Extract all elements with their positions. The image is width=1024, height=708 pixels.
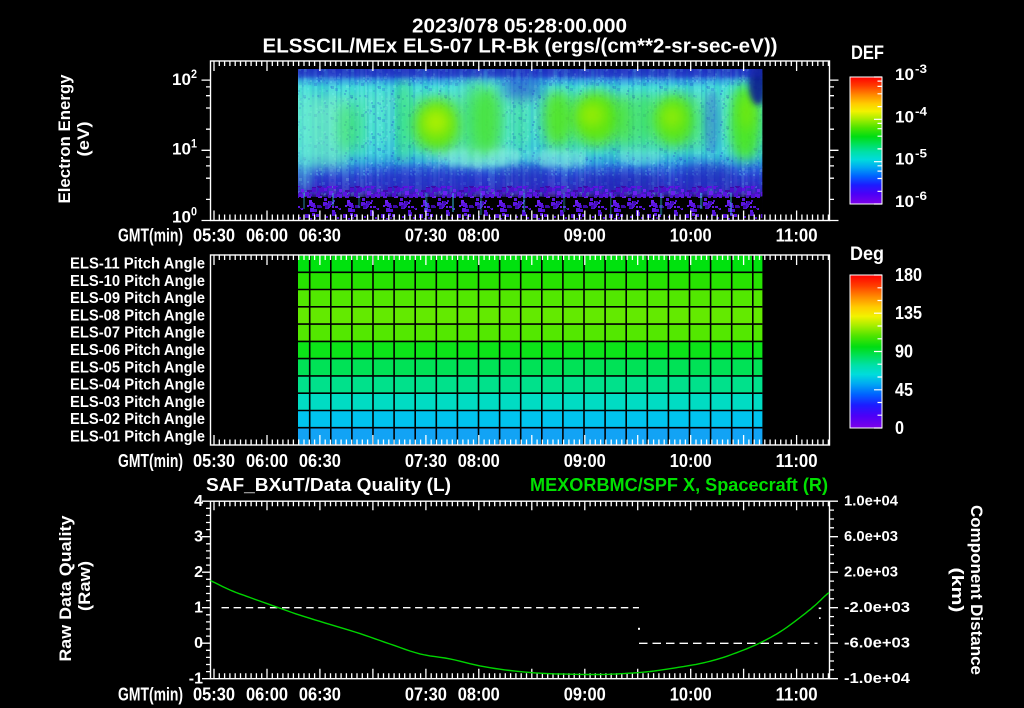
svg-text:08:00: 08:00	[458, 225, 500, 245]
svg-text:-2.0e+03: -2.0e+03	[844, 600, 910, 616]
svg-text:05:30: 05:30	[193, 225, 235, 245]
svg-text:ELS-07 Pitch Angle: ELS-07 Pitch Angle	[70, 325, 205, 342]
svg-text:07:30: 07:30	[405, 684, 447, 704]
svg-text:ELS-01 Pitch Angle: ELS-01 Pitch Angle	[70, 428, 205, 445]
svg-text:0: 0	[191, 205, 197, 219]
svg-text:09:00: 09:00	[564, 451, 606, 471]
svg-text:10: 10	[895, 66, 914, 84]
svg-text:GMT(min): GMT(min)	[118, 451, 183, 471]
svg-text:ELS-08 Pitch Angle: ELS-08 Pitch Angle	[70, 308, 205, 325]
svg-text:2.0e+03: 2.0e+03	[844, 565, 898, 581]
svg-text:10: 10	[172, 209, 191, 227]
svg-text:ELS-05 Pitch Angle: ELS-05 Pitch Angle	[70, 359, 205, 376]
svg-text:GMT(min): GMT(min)	[118, 225, 183, 245]
svg-text:11:00: 11:00	[776, 451, 818, 471]
svg-text:1: 1	[191, 137, 197, 151]
svg-text:-6.0e+03: -6.0e+03	[844, 636, 910, 652]
svg-text:90: 90	[895, 342, 913, 362]
svg-text:GMT(min): GMT(min)	[118, 684, 183, 704]
svg-text:08:00: 08:00	[458, 451, 500, 471]
svg-text:ELS-09 Pitch Angle: ELS-09 Pitch Angle	[70, 290, 205, 307]
svg-text:-3: -3	[915, 62, 927, 76]
svg-text:(eV): (eV)	[75, 122, 93, 157]
svg-text:ELS-11 Pitch Angle: ELS-11 Pitch Angle	[70, 256, 205, 273]
svg-text:ELS-06 Pitch Angle: ELS-06 Pitch Angle	[70, 342, 205, 359]
svg-text:06:00: 06:00	[246, 225, 288, 245]
svg-text:10: 10	[172, 141, 191, 159]
svg-text:Component Distance: Component Distance	[967, 505, 985, 675]
svg-text:09:00: 09:00	[564, 684, 606, 704]
svg-text:1: 1	[194, 600, 203, 617]
svg-text:07:30: 07:30	[405, 225, 447, 245]
svg-text:SAF_BXuT/Data Quality (L): SAF_BXuT/Data Quality (L)	[206, 475, 451, 495]
svg-text:Deg: Deg	[850, 244, 884, 265]
svg-text:Electron Energy: Electron Energy	[56, 74, 74, 204]
svg-text:135: 135	[895, 303, 922, 323]
svg-text:3: 3	[194, 529, 203, 546]
svg-text:4: 4	[194, 493, 203, 510]
svg-text:06:00: 06:00	[246, 684, 288, 704]
svg-text:ELS-03 Pitch Angle: ELS-03 Pitch Angle	[70, 394, 205, 411]
svg-text:10: 10	[895, 108, 914, 126]
svg-text:07:30: 07:30	[405, 451, 447, 471]
svg-text:Raw Data Quality: Raw Data Quality	[57, 515, 75, 662]
svg-text:10:00: 10:00	[670, 684, 712, 704]
svg-text:10: 10	[895, 151, 914, 169]
svg-text:10: 10	[172, 71, 191, 89]
svg-text:06:30: 06:30	[299, 684, 341, 704]
svg-text:05:30: 05:30	[193, 684, 235, 704]
svg-text:MEXORBMC/SPF X, Spacecraft (R): MEXORBMC/SPF X, Spacecraft (R)	[530, 475, 828, 495]
svg-text:ELSSCIL/MEx ELS-07 LR-Bk (erg: ELSSCIL/MEx ELS-07 LR-Bk (ergs/(cm**2-sr…	[263, 35, 778, 58]
svg-text:2: 2	[194, 564, 203, 581]
svg-text:(Raw): (Raw)	[76, 561, 94, 611]
svg-text:06:00: 06:00	[246, 451, 288, 471]
svg-text:DEF: DEF	[851, 43, 884, 64]
svg-text:1.0e+04: 1.0e+04	[844, 494, 898, 510]
svg-text:ELS-04 Pitch Angle: ELS-04 Pitch Angle	[70, 377, 205, 394]
svg-text:(km): (km)	[948, 568, 966, 613]
svg-text:-5: -5	[915, 147, 927, 161]
svg-text:06:30: 06:30	[299, 225, 341, 245]
svg-text:10:00: 10:00	[670, 225, 712, 245]
svg-text:08:00: 08:00	[458, 684, 500, 704]
svg-text:11:00: 11:00	[776, 684, 818, 704]
svg-text:6.0e+03: 6.0e+03	[844, 529, 898, 545]
svg-text:-1.0e+04: -1.0e+04	[844, 671, 910, 687]
svg-text:-6: -6	[915, 189, 927, 203]
svg-text:-4: -4	[915, 104, 927, 118]
svg-text:11:00: 11:00	[776, 225, 818, 245]
svg-text:ELS-10 Pitch Angle: ELS-10 Pitch Angle	[70, 273, 205, 290]
svg-text:05:30: 05:30	[193, 451, 235, 471]
svg-text:10: 10	[895, 193, 914, 211]
svg-text:180: 180	[895, 265, 922, 285]
svg-text:45: 45	[895, 380, 913, 400]
svg-text:0: 0	[895, 418, 904, 438]
svg-text:09:00: 09:00	[564, 225, 606, 245]
svg-text:ELS-02 Pitch Angle: ELS-02 Pitch Angle	[70, 411, 205, 428]
svg-text:2: 2	[191, 67, 197, 81]
svg-text:10:00: 10:00	[670, 451, 712, 471]
svg-text:06:30: 06:30	[299, 451, 341, 471]
svg-text:0: 0	[194, 635, 203, 652]
